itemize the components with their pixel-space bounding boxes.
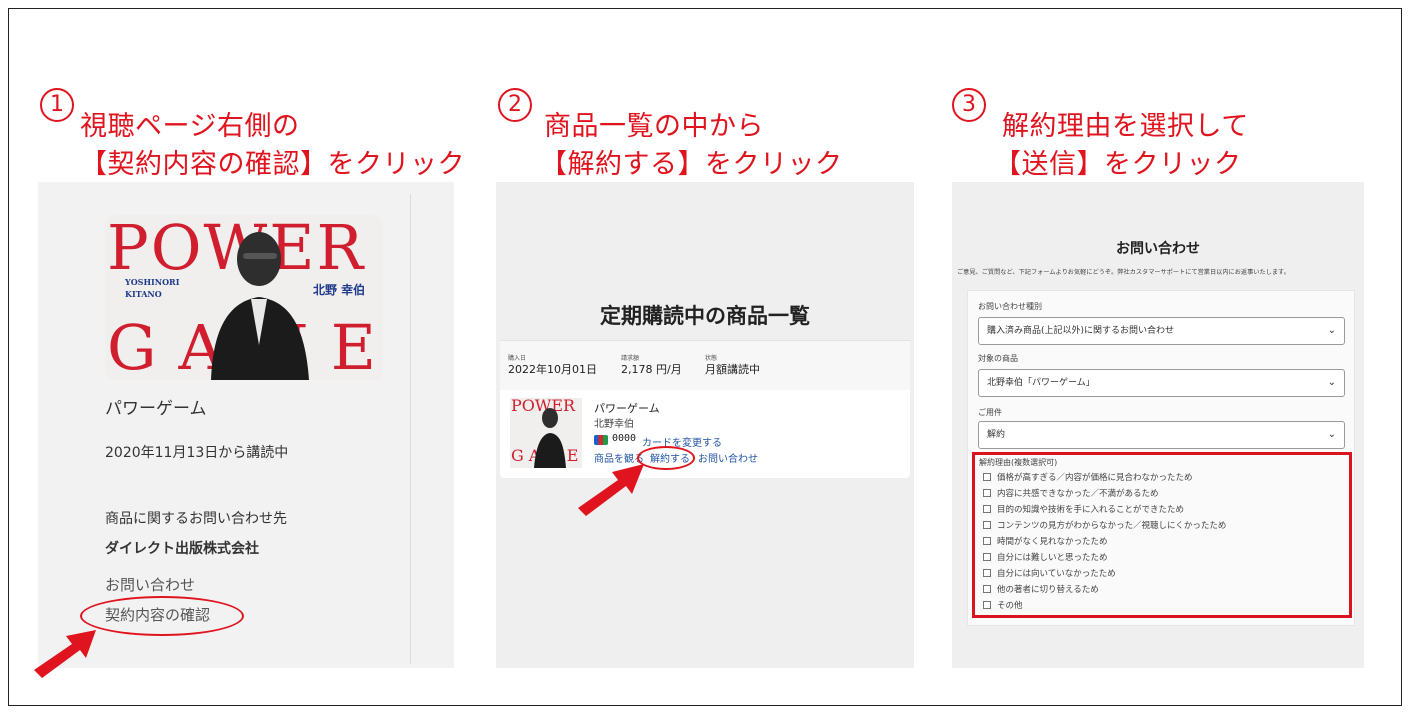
- status-value: 月額講読中: [705, 363, 760, 376]
- step-3-line2: 【送信】をクリック: [994, 149, 1242, 180]
- inquiry-title: お問い合わせ: [1116, 241, 1200, 257]
- card-brand-icon: [594, 435, 608, 445]
- purchase-date: 2022年10月01日: [508, 363, 597, 376]
- step-3-number: 3: [952, 88, 986, 122]
- subject-label: ご用件: [978, 408, 1002, 417]
- billing-amount: 2,178 円/月: [621, 363, 682, 376]
- reason-label: コンテンツの見方がわからなかった／視聴しにくかったため: [997, 521, 1227, 531]
- reason-checkbox[interactable]: コンテンツの見方がわからなかった／視聴しにくかったため: [983, 519, 1226, 531]
- inquiry-type-select[interactable]: 購入済み商品(上記以外)に関するお問い合わせ ⌄: [978, 317, 1345, 345]
- author-photo: [211, 232, 309, 380]
- cancel-reasons-label: 解約理由(複数選択可): [979, 458, 1058, 467]
- checkbox-icon[interactable]: [983, 489, 991, 497]
- subscription-header-row: 購入日 2022年10月01日 請求額 2,178 円/月 状態 月額講読中: [500, 340, 910, 390]
- subject-select[interactable]: 解約 ⌄: [978, 421, 1345, 449]
- reason-checkbox[interactable]: 目的の知識や技術を手に入れることができたため: [983, 503, 1184, 515]
- item-thumbnail: POWER GAME: [510, 398, 582, 468]
- panel-subscription-list: 定期購読中の商品一覧 購入日 2022年10月01日 請求額 2,178 円/月…: [496, 182, 914, 668]
- checkbox-icon[interactable]: [983, 505, 991, 513]
- step-1-number: 1: [40, 88, 74, 122]
- chevron-down-icon: ⌄: [1327, 429, 1336, 440]
- step-2-header: 2 商品一覧の中から 【解約する】をクリック: [498, 88, 928, 180]
- step-3-line1: 解約理由を選択して: [1002, 111, 1249, 142]
- reason-checkbox[interactable]: 他の著者に切り替えるため: [983, 583, 1099, 595]
- pointer-arrow-2: [578, 464, 644, 516]
- subscription-item: POWER GAME パワーゲーム 北野幸伯 0000 カードを変更する 商品を…: [500, 390, 910, 478]
- cover-author-en-1: YOSHINORI: [125, 277, 180, 287]
- inquiry-intro: ご意見、ご質問など、下記フォームよりお気軽にどうぞ。弊社カスタマーサポートにて営…: [957, 269, 1290, 276]
- item-author: 北野幸伯: [594, 419, 634, 430]
- checkbox-icon[interactable]: [983, 521, 991, 529]
- subscription-list-title: 定期購読中の商品一覧: [600, 304, 810, 328]
- target-product-label: 対象の商品: [978, 354, 1018, 363]
- panel-inquiry-form: お問い合わせ ご意見、ご質問など、下記フォームよりお気軽にどうぞ。弊社カスタマー…: [952, 182, 1364, 668]
- step-1-line1: 視聴ページ右側の: [80, 111, 300, 142]
- card-last4: 0000: [612, 433, 637, 444]
- step-2-line1: 商品一覧の中から: [544, 111, 764, 142]
- cancel-reasons-box: 解約理由(複数選択可) 価格が高すぎる／内容が価格に見合わなかったため 内容に共…: [972, 452, 1352, 618]
- checkbox-icon[interactable]: [983, 569, 991, 577]
- cover-author-en-2: KITANO: [125, 289, 162, 299]
- chevron-down-icon: ⌄: [1327, 377, 1336, 388]
- reason-label: 時間がなく見れなかったため: [997, 537, 1108, 547]
- reason-label: その他: [997, 601, 1023, 611]
- step-1-line2: 【契約内容の確認】をクリック: [80, 149, 465, 180]
- reason-label: 自分には難しいと思ったため: [997, 553, 1108, 563]
- step-1-header: 1 視聴ページ右側の 【契約内容の確認】をクリック: [40, 88, 470, 180]
- reason-checkbox[interactable]: 時間がなく見れなかったため: [983, 535, 1108, 547]
- step-3-header: 3 解約理由を選択して 【送信】をクリック: [952, 88, 1382, 180]
- sidebar-divider: [410, 194, 411, 664]
- product-name: パワーゲーム: [105, 399, 207, 419]
- reason-checkbox[interactable]: 自分には難しいと思ったため: [983, 551, 1108, 563]
- reason-label: 他の著者に切り替えるため: [997, 585, 1099, 595]
- book-cover: POWER YOSHINORI KITANO 北野 幸伯 GAME: [105, 215, 383, 380]
- reason-label: 自分には向いていなかったため: [997, 569, 1116, 579]
- reason-label: 内容に共感できなかった／不満があるため: [997, 489, 1159, 499]
- checkbox-icon[interactable]: [983, 537, 991, 545]
- checkbox-icon[interactable]: [983, 601, 991, 609]
- checkbox-icon[interactable]: [983, 585, 991, 593]
- reason-checkbox[interactable]: 価格が高すぎる／内容が価格に見合わなかったため: [983, 471, 1193, 483]
- item-product-name: パワーゲーム: [594, 402, 660, 415]
- contact-link[interactable]: お問い合わせ: [105, 574, 195, 595]
- thumb-author-photo: [534, 408, 566, 468]
- step-2-number: 2: [498, 88, 532, 122]
- company-name: ダイレクト出版株式会社: [105, 541, 259, 557]
- checkbox-icon[interactable]: [983, 553, 991, 561]
- step-2-line2: 【解約する】をクリック: [540, 149, 843, 180]
- subscribed-since: 2020年11月13日から講読中: [105, 445, 289, 461]
- panel-viewing-page: POWER YOSHINORI KITANO 北野 幸伯 GAME パワーゲーム…: [38, 182, 454, 668]
- highlight-ring-contract-link: [80, 596, 244, 636]
- inquiry-type-label: お問い合わせ種別: [978, 302, 1042, 311]
- subject-value: 解約: [987, 430, 1006, 440]
- reason-checkbox[interactable]: 自分には向いていなかったため: [983, 567, 1116, 579]
- reason-label: 目的の知識や技術を手に入れることができたため: [997, 505, 1185, 515]
- item-contact-link[interactable]: お問い合わせ: [698, 450, 758, 465]
- target-product-value: 北野幸伯「パワーゲーム」: [987, 378, 1095, 388]
- reason-label: 価格が高すぎる／内容が価格に見合わなかったため: [997, 473, 1193, 483]
- cover-author-jp: 北野 幸伯: [313, 283, 366, 297]
- checkbox-icon[interactable]: [983, 473, 991, 481]
- chevron-down-icon: ⌄: [1327, 325, 1336, 336]
- reason-checkbox[interactable]: その他: [983, 599, 1023, 611]
- contact-heading: 商品に関するお問い合わせ先: [105, 511, 287, 527]
- reason-checkbox[interactable]: 内容に共感できなかった／不満があるため: [983, 487, 1159, 499]
- target-product-select[interactable]: 北野幸伯「パワーゲーム」 ⌄: [978, 369, 1345, 397]
- inquiry-type-value: 購入済み商品(上記以外)に関するお問い合わせ: [987, 326, 1175, 336]
- pointer-arrow-1: [34, 630, 96, 678]
